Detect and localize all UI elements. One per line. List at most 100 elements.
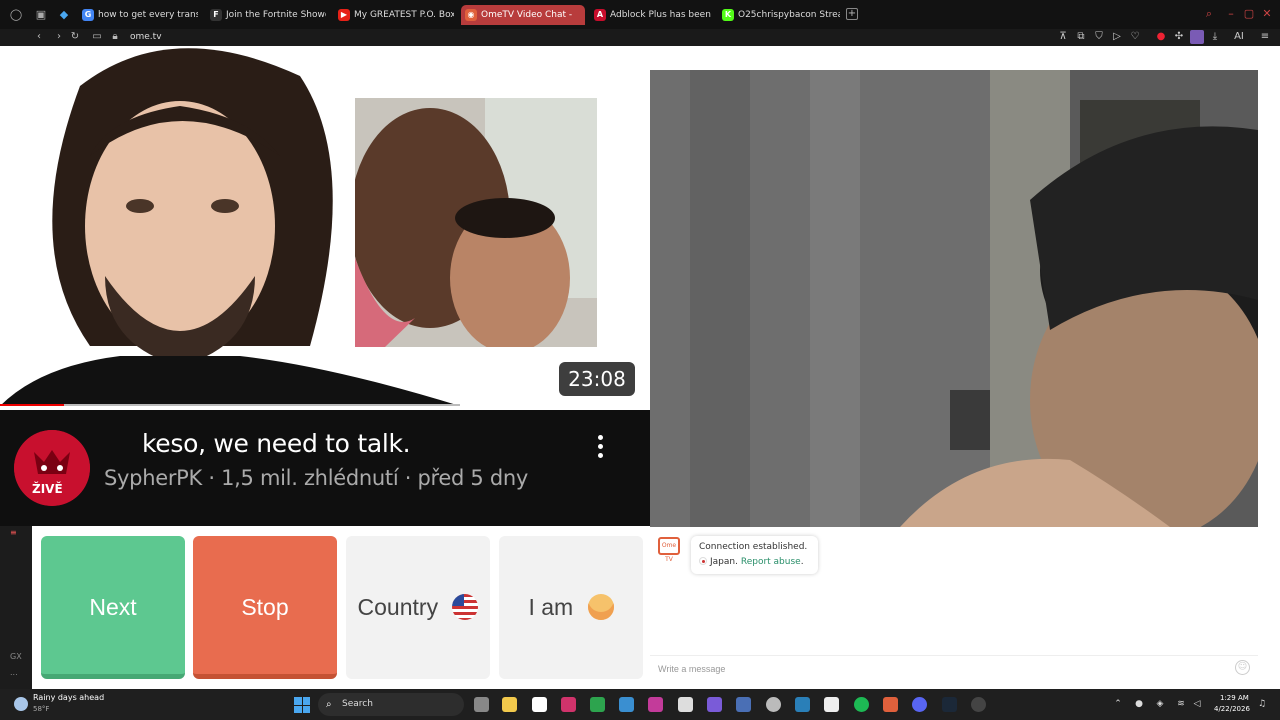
- tab-2[interactable]: ▶ My GREATEST P.O. Box O: [334, 5, 454, 25]
- forward-icon[interactable]: ›: [52, 30, 66, 44]
- tray-chevron-icon[interactable]: ⌃: [1112, 698, 1124, 710]
- opera-logo-icon[interactable]: ◯: [8, 7, 24, 23]
- vivaldi-icon[interactable]: [561, 697, 576, 712]
- youtube-icon: ▶: [338, 9, 350, 21]
- chat-panel: Ome TV Connection established. Japan. Re…: [650, 527, 1280, 689]
- spotify-icon[interactable]: [854, 697, 869, 712]
- thumbnail-inset-photo: [355, 98, 597, 347]
- video-frame-right: [1258, 70, 1280, 527]
- clock-time[interactable]: 1:29 AM: [1220, 694, 1249, 702]
- app-icon-dark[interactable]: [971, 697, 986, 712]
- sidebar-more-icon[interactable]: ...: [10, 668, 18, 677]
- next-button[interactable]: Next: [41, 536, 185, 679]
- play-icon[interactable]: ▷: [1110, 30, 1124, 44]
- file-explorer-icon[interactable]: [502, 697, 517, 712]
- stop-button[interactable]: Stop: [193, 536, 337, 679]
- controller-icon[interactable]: [707, 697, 722, 712]
- tab-1[interactable]: F Join the Fortnite Showdow: [206, 5, 326, 25]
- report-abuse-link[interactable]: Report abuse: [741, 557, 801, 567]
- tab-3-active[interactable]: ◉ OmeTV Video Chat -: [461, 5, 585, 25]
- extensions-icon[interactable]: ✣: [1172, 30, 1186, 44]
- start-icon[interactable]: [294, 697, 310, 713]
- weather-title[interactable]: Rainy days ahead: [33, 693, 104, 702]
- tab-title: O25chrispybacon Stream: [738, 10, 840, 20]
- app-icon-pink[interactable]: [648, 697, 663, 712]
- back-icon[interactable]: ‹: [32, 30, 46, 44]
- minimize-icon[interactable]: –: [1224, 7, 1238, 21]
- download-icon[interactable]: ⤓: [1208, 30, 1222, 44]
- sidebar-app-icon[interactable]: ◆: [56, 7, 72, 23]
- app-icon-teal[interactable]: [795, 697, 810, 712]
- tab-title: OmeTV Video Chat -: [481, 10, 573, 20]
- search-icon: ⌕: [326, 699, 332, 710]
- app-icon-blue[interactable]: [619, 697, 634, 712]
- boy-avatar-icon: [587, 593, 614, 620]
- tab-4[interactable]: A Adblock Plus has been up: [590, 5, 712, 25]
- app-icon-white[interactable]: [824, 697, 839, 712]
- reload-icon[interactable]: ↻: [68, 30, 82, 44]
- security-icon[interactable]: ◈: [1154, 698, 1166, 710]
- steam-icon[interactable]: [942, 697, 957, 712]
- heart-icon[interactable]: ♡: [1128, 30, 1142, 44]
- notification-icon[interactable]: ♫: [1256, 698, 1268, 710]
- emoji-icon[interactable]: ☺: [1235, 660, 1250, 675]
- search-tabs-icon[interactable]: ⌕: [1202, 7, 1216, 21]
- profile-avatar[interactable]: [1190, 30, 1204, 44]
- camera-icon[interactable]: ▭: [90, 30, 104, 44]
- maximize-icon[interactable]: ▢: [1242, 7, 1256, 21]
- fortnite-icon: F: [210, 9, 222, 21]
- message-input[interactable]: Write a message: [650, 655, 1258, 682]
- gx-label[interactable]: GX: [10, 652, 22, 661]
- system-message: Connection established. Japan. Report ab…: [691, 536, 818, 574]
- settings-icon[interactable]: [766, 697, 781, 712]
- us-flag-icon: [452, 593, 479, 620]
- pin-icon[interactable]: ⊼: [1056, 30, 1070, 44]
- video-frame-top: [650, 46, 1280, 70]
- browser-tab-bar: ◯ ▣ ◆ G how to get every transfor F Join…: [0, 0, 1280, 29]
- close-icon[interactable]: ✕: [1260, 7, 1274, 21]
- clock-date[interactable]: 4/22/2026: [1214, 705, 1250, 713]
- tab-0[interactable]: G how to get every transfor: [78, 5, 198, 25]
- ai-button[interactable]: AI: [1228, 30, 1250, 44]
- opera-gx-icon[interactable]: [883, 697, 898, 712]
- more-options-icon[interactable]: [594, 435, 606, 465]
- channel-avatar[interactable]: ŽIVĚ: [14, 430, 90, 506]
- weather-icon[interactable]: [14, 697, 28, 711]
- discord-icon[interactable]: [912, 697, 927, 712]
- weather-temp: 58°F: [33, 705, 50, 713]
- task-view-icon[interactable]: [474, 697, 489, 712]
- volume-icon[interactable]: ◁: [1191, 698, 1203, 710]
- new-tab-button[interactable]: +: [846, 8, 858, 20]
- ai-label: AI: [1234, 31, 1244, 42]
- search-label: Search: [342, 699, 373, 709]
- video-title[interactable]: keso, we need to talk.: [142, 429, 411, 458]
- url-text[interactable]: ome.tv: [130, 30, 162, 44]
- i-am-button[interactable]: I am: [499, 536, 643, 679]
- country-button[interactable]: Country: [346, 536, 490, 679]
- adblock-extension-icon[interactable]: ●: [1154, 30, 1168, 44]
- taskbar-search[interactable]: ⌕ Search: [318, 693, 464, 716]
- tab-5[interactable]: K O25chrispybacon Stream: [718, 5, 840, 25]
- menu-icon[interactable]: ≡: [1258, 30, 1272, 44]
- microphone-icon[interactable]: ●: [1133, 698, 1145, 710]
- shield-icon[interactable]: ⛉: [1092, 30, 1106, 44]
- chat-controls: Next Stop Country I am: [32, 526, 650, 689]
- video-thumbnail[interactable]: 23:08: [0, 46, 650, 406]
- ometv-logo-icon: Ome TV: [658, 537, 680, 563]
- app-icon-grey[interactable]: [678, 697, 693, 712]
- tab-menu-icon[interactable]: ▣: [33, 7, 49, 23]
- notepad-icon[interactable]: [532, 697, 547, 712]
- wifi-icon[interactable]: ≋: [1175, 698, 1187, 710]
- google-icon: G: [82, 9, 94, 21]
- watch-progress-fill: [0, 404, 65, 406]
- connection-text: Connection established.: [699, 542, 808, 552]
- next-label: Next: [89, 594, 137, 620]
- snapshot-icon[interactable]: ⧉: [1074, 30, 1088, 44]
- live-badge: ŽIVĚ: [32, 482, 63, 496]
- app-icon-navy[interactable]: [736, 697, 751, 712]
- stop-label: Stop: [241, 594, 289, 620]
- self-video-panel: 23:08 ŽIVĚ keso, we need to talk. Sypher…: [0, 46, 650, 526]
- lock-icon[interactable]: 🔒︎: [108, 30, 122, 44]
- app-icon-green[interactable]: [590, 697, 605, 712]
- video-duration: 23:08: [559, 362, 635, 396]
